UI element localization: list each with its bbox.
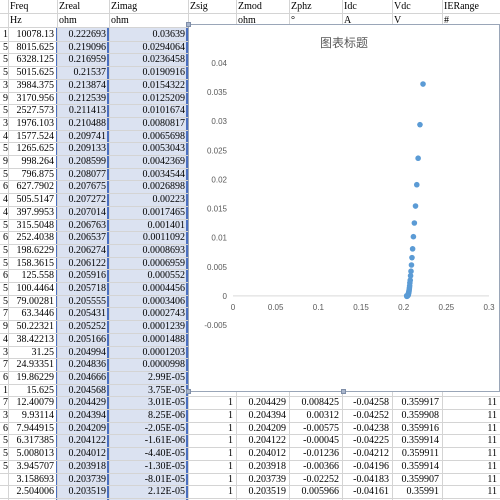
y-axis-ticks: 0.04 0.035 0.03 0.025 0.02 0.015 0.01 0.005 0 -0.… [204,59,227,330]
data-cell[interactable]: 11 [444,485,497,499]
header-cell[interactable]: Idc [344,0,389,14]
x-tick-label: 0.05 [268,303,284,312]
unit-cell[interactable]: ohm [59,14,106,28]
data-cell[interactable]: 0.005966 [291,485,340,499]
chart-plot-area: 图表标题 0.04 0.035 0.03 0.025 0.02 0.015 0.01 0.00… [204,36,495,330]
unit-cell[interactable]: ohm [111,14,185,28]
chart-title[interactable]: 图表标题 [320,36,368,50]
header-cell[interactable]: Zmod [238,0,286,14]
x-tick-label: 0.25 [439,303,455,312]
header-cell[interactable]: IERange [444,0,497,14]
data-cell[interactable]: 2.504006 [10,485,55,499]
column-separator [57,0,58,500]
data-cell[interactable]: 0.203519 [238,485,287,499]
data-point[interactable] [411,220,418,226]
data-cell[interactable]: 2.12E-05 [111,485,185,499]
header-cell[interactable]: Zimag [111,0,185,14]
y-tick-label: 0.015 [207,205,228,214]
data-cell[interactable]: 0.35991 [394,485,440,499]
row-stub: 5 [3,460,8,472]
unit-cell[interactable]: Hz [10,14,54,28]
y-tick-label: 0.01 [211,234,227,243]
scatter-chart[interactable]: 图表标题 0.04 0.035 0.03 0.025 0.02 0.015 0.01 0.00… [188,24,500,392]
data-point[interactable] [412,203,419,209]
data-cell[interactable]: 1 [190,485,233,499]
y-tick-label: 0.025 [207,146,228,155]
data-point[interactable] [420,81,426,87]
chart-resize-handle-bottom-middle[interactable] [341,389,346,394]
x-tick-label: 0.1 [313,303,325,312]
y-tick-label: 0.035 [207,88,228,97]
header-cell[interactable]: Zphz [291,0,339,14]
chart-resize-handle-bottom-left[interactable] [186,389,191,394]
x-tick-label: 0 [231,303,236,312]
header-cell[interactable]: Vdc [394,0,439,14]
column-separator [109,0,110,500]
data-point[interactable] [408,262,415,268]
header-cell[interactable]: Freq [10,0,54,14]
y-tick-label: 0.005 [207,263,228,272]
data-point[interactable] [409,254,415,261]
data-cell[interactable]: 0.203519 [59,485,107,499]
x-tick-label: 0.15 [353,303,369,312]
header-cell[interactable]: Zsig [190,0,233,14]
data-point[interactable] [417,121,423,128]
column-separator [8,0,9,500]
x-tick-label: 0.2 [398,303,410,312]
y-tick-label: 0.02 [211,175,227,184]
data-point[interactable] [403,292,410,299]
chart-resize-handle-top-left[interactable] [186,22,191,27]
y-tick-label: 0 [223,292,228,301]
data-point[interactable] [413,181,420,188]
header-cell[interactable]: Zreal [59,0,106,14]
y-tick-label: 0.03 [211,117,227,126]
data-cell[interactable]: -0.04161 [344,485,389,499]
data-point[interactable] [410,233,417,240]
data-point[interactable] [409,246,416,252]
y-tick-label: -0.005 [204,321,227,330]
data-series [403,81,426,300]
y-tick-label: 0.04 [211,59,227,68]
data-point[interactable] [415,155,421,162]
x-axis-ticks: 0 0.05 0.1 0.15 0.2 0.25 0.3 [231,303,495,312]
x-tick-label: 0.3 [483,303,495,312]
